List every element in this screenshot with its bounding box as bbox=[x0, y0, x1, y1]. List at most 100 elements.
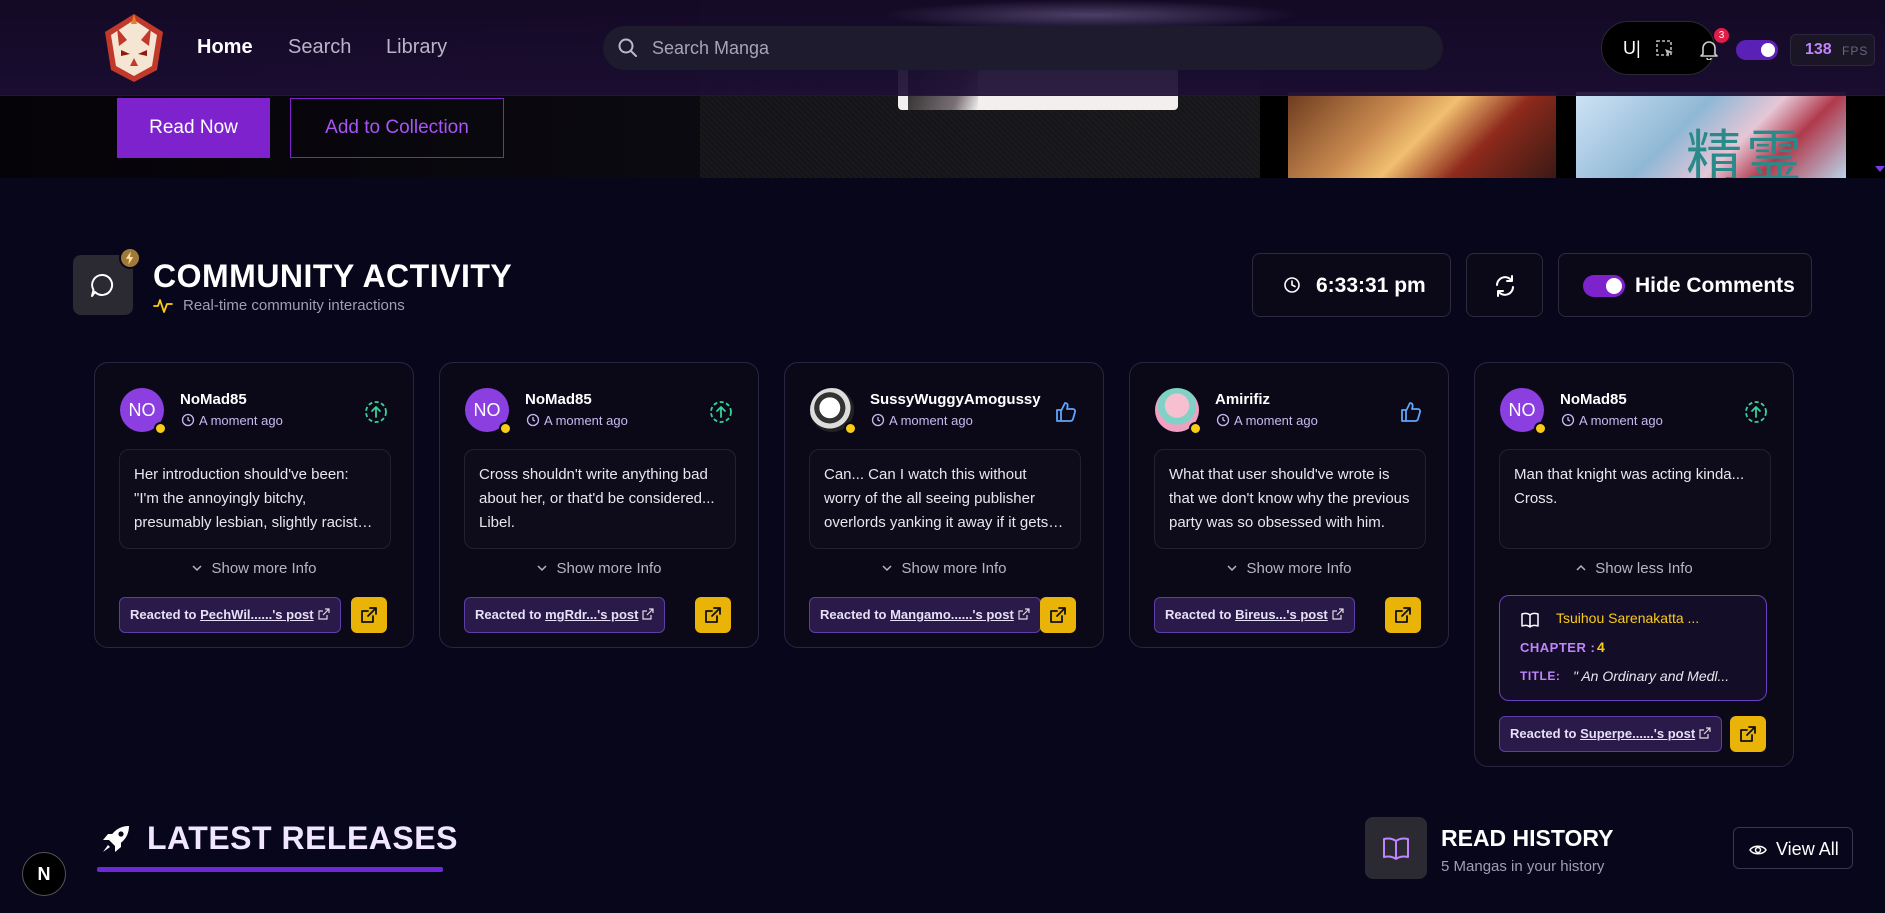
reacted-to-link[interactable]: Reacted to PechWil......'s post bbox=[119, 597, 341, 633]
community-subtitle: Real-time community interactions bbox=[183, 297, 405, 314]
hide-comments-toggle[interactable]: Hide Comments bbox=[1558, 253, 1812, 317]
username[interactable]: Amirifiz bbox=[1215, 391, 1270, 408]
reacted-target[interactable]: mgRdr...'s post bbox=[545, 607, 638, 622]
external-link-icon bbox=[317, 608, 330, 620]
view-all-button[interactable]: View All bbox=[1733, 827, 1853, 869]
read-now-button[interactable]: Read Now bbox=[117, 98, 270, 158]
pulse-icon bbox=[153, 299, 173, 313]
username[interactable]: NoMad85 bbox=[525, 391, 592, 408]
read-history-icon-box bbox=[1365, 817, 1427, 879]
add-to-collection-button[interactable]: Add to Collection bbox=[290, 98, 504, 158]
user-initial[interactable]: U| bbox=[1623, 38, 1641, 59]
reacted-to-link[interactable]: Reacted to Mangamo......'s post bbox=[809, 597, 1041, 633]
clock-icon bbox=[1284, 277, 1300, 293]
hide-comments-label: Hide Comments bbox=[1635, 274, 1795, 297]
read-history-title: READ HISTORY bbox=[1441, 825, 1614, 851]
manga-thumbnail[interactable] bbox=[1288, 92, 1556, 178]
chapter-title: " An Ordinary and Medl... bbox=[1573, 668, 1730, 684]
reacted-prefix: Reacted to bbox=[1510, 726, 1577, 741]
manga-info-panel[interactable]: Tsuihou Sarenakatta ... CHAPTER : 4 TITL… bbox=[1499, 595, 1767, 701]
show-more-label: Show more Info bbox=[211, 560, 317, 577]
external-link-icon bbox=[642, 608, 655, 620]
comment-body: Her introduction should've been: "I'm th… bbox=[134, 466, 373, 531]
comment-body: Can... Can I watch this without worry of… bbox=[824, 466, 1064, 531]
upload-circle-icon bbox=[710, 401, 732, 423]
reacted-prefix: Reacted to bbox=[475, 607, 542, 622]
carousel-indicator-icon[interactable] bbox=[1875, 166, 1885, 172]
open-post-button[interactable] bbox=[1385, 597, 1421, 633]
open-post-button[interactable] bbox=[1730, 716, 1766, 752]
open-post-button[interactable] bbox=[695, 597, 731, 633]
activity-card: NO NoMad85 A moment ago Man that knight … bbox=[1474, 362, 1794, 767]
reacted-prefix: Reacted to bbox=[1165, 607, 1232, 622]
show-more-toggle[interactable]: Show more Info bbox=[1130, 560, 1448, 577]
online-status-dot bbox=[844, 422, 857, 435]
fox-mask-logo-icon[interactable] bbox=[97, 10, 171, 84]
rocket-icon bbox=[103, 826, 129, 852]
hide-comments-switch[interactable] bbox=[1583, 275, 1625, 297]
reacted-to-link[interactable]: Reacted to Bireus...'s post bbox=[1154, 597, 1355, 633]
activity-time: A moment ago bbox=[199, 413, 283, 428]
comment-body: Man that knight was acting kinda... Cros… bbox=[1514, 466, 1745, 507]
clock-icon bbox=[181, 413, 195, 427]
refresh-button[interactable] bbox=[1466, 253, 1543, 317]
nav-home[interactable]: Home bbox=[197, 36, 253, 59]
reacted-target[interactable]: PechWil......'s post bbox=[200, 607, 314, 622]
activity-card: Amirifiz A moment ago What that user sho… bbox=[1129, 362, 1449, 648]
reacted-to-link[interactable]: Reacted to Superpe......'s post bbox=[1499, 716, 1723, 752]
external-link-icon bbox=[1050, 607, 1066, 623]
activity-time: A moment ago bbox=[544, 413, 628, 428]
toggle-knob bbox=[1761, 43, 1775, 57]
username[interactable]: NoMad85 bbox=[180, 391, 247, 408]
open-post-button[interactable] bbox=[351, 597, 387, 633]
activity-time: A moment ago bbox=[1579, 413, 1663, 428]
thumbs-up-icon bbox=[1401, 402, 1422, 422]
comment-text: Can... Can I watch this without worry of… bbox=[809, 449, 1081, 549]
comment-text: What that user should've wrote is that w… bbox=[1154, 449, 1426, 549]
refresh-icon bbox=[1496, 275, 1514, 297]
activity-card: NO NoMad85 A moment ago Cross shouldn't … bbox=[439, 362, 759, 648]
search-input[interactable] bbox=[652, 30, 1412, 66]
show-less-toggle[interactable]: Show less Info bbox=[1475, 560, 1793, 577]
external-link-icon bbox=[361, 607, 377, 623]
manga-title[interactable]: Tsuihou Sarenakatta ... bbox=[1556, 610, 1699, 626]
online-status-dot bbox=[1189, 422, 1202, 435]
activity-card: NO NoMad85 A moment ago Her introduction… bbox=[94, 362, 414, 648]
manga-thumbnail[interactable]: 精霊 bbox=[1576, 92, 1846, 178]
notification-badge: 3 bbox=[1714, 28, 1729, 43]
read-history-subtitle: 5 Mangas in your history bbox=[1441, 858, 1605, 875]
show-more-toggle[interactable]: Show more Info bbox=[440, 560, 758, 577]
thumbs-up-icon bbox=[1056, 402, 1077, 422]
show-more-toggle[interactable]: Show more Info bbox=[785, 560, 1103, 577]
chevron-up-icon bbox=[1576, 564, 1586, 571]
show-more-toggle[interactable]: Show more Info bbox=[95, 560, 413, 577]
clock-time: 6:33:31 pm bbox=[1316, 274, 1426, 297]
external-link-icon bbox=[1740, 726, 1756, 742]
reacted-to-link[interactable]: Reacted to mgRdr...'s post bbox=[464, 597, 666, 633]
nav-search[interactable]: Search bbox=[288, 36, 351, 59]
reacted-prefix: Reacted to bbox=[130, 607, 197, 622]
external-link-icon bbox=[1018, 608, 1030, 620]
external-link-icon bbox=[1699, 727, 1711, 739]
framework-badge[interactable]: N bbox=[22, 852, 66, 896]
reacted-target[interactable]: Mangamo......'s post bbox=[890, 607, 1014, 622]
chevron-down-icon bbox=[1227, 565, 1237, 572]
thumbnail-title-art: 精霊 bbox=[1686, 125, 1806, 178]
chapter-label: CHAPTER : bbox=[1520, 640, 1596, 655]
comment-text: Man that knight was acting kinda... Cros… bbox=[1499, 449, 1771, 549]
section-underline bbox=[97, 867, 443, 872]
open-post-button[interactable] bbox=[1040, 597, 1076, 633]
reacted-target[interactable]: Bireus...'s post bbox=[1235, 607, 1328, 622]
community-title: COMMUNITY ACTIVITY bbox=[153, 258, 513, 294]
reacted-target[interactable]: Superpe......'s post bbox=[1580, 726, 1695, 741]
nav-library[interactable]: Library bbox=[386, 36, 447, 59]
eye-icon bbox=[1749, 845, 1767, 855]
clock-icon bbox=[871, 413, 885, 427]
username[interactable]: SussyWuggyAmogussy bbox=[870, 391, 1041, 408]
external-link-icon bbox=[1395, 607, 1411, 623]
username[interactable]: NoMad85 bbox=[1560, 391, 1627, 408]
select-area-icon[interactable] bbox=[1654, 38, 1676, 60]
chevron-down-icon bbox=[537, 565, 547, 572]
theme-toggle[interactable] bbox=[1736, 40, 1778, 60]
comment-text: Her introduction should've been: "I'm th… bbox=[119, 449, 391, 549]
